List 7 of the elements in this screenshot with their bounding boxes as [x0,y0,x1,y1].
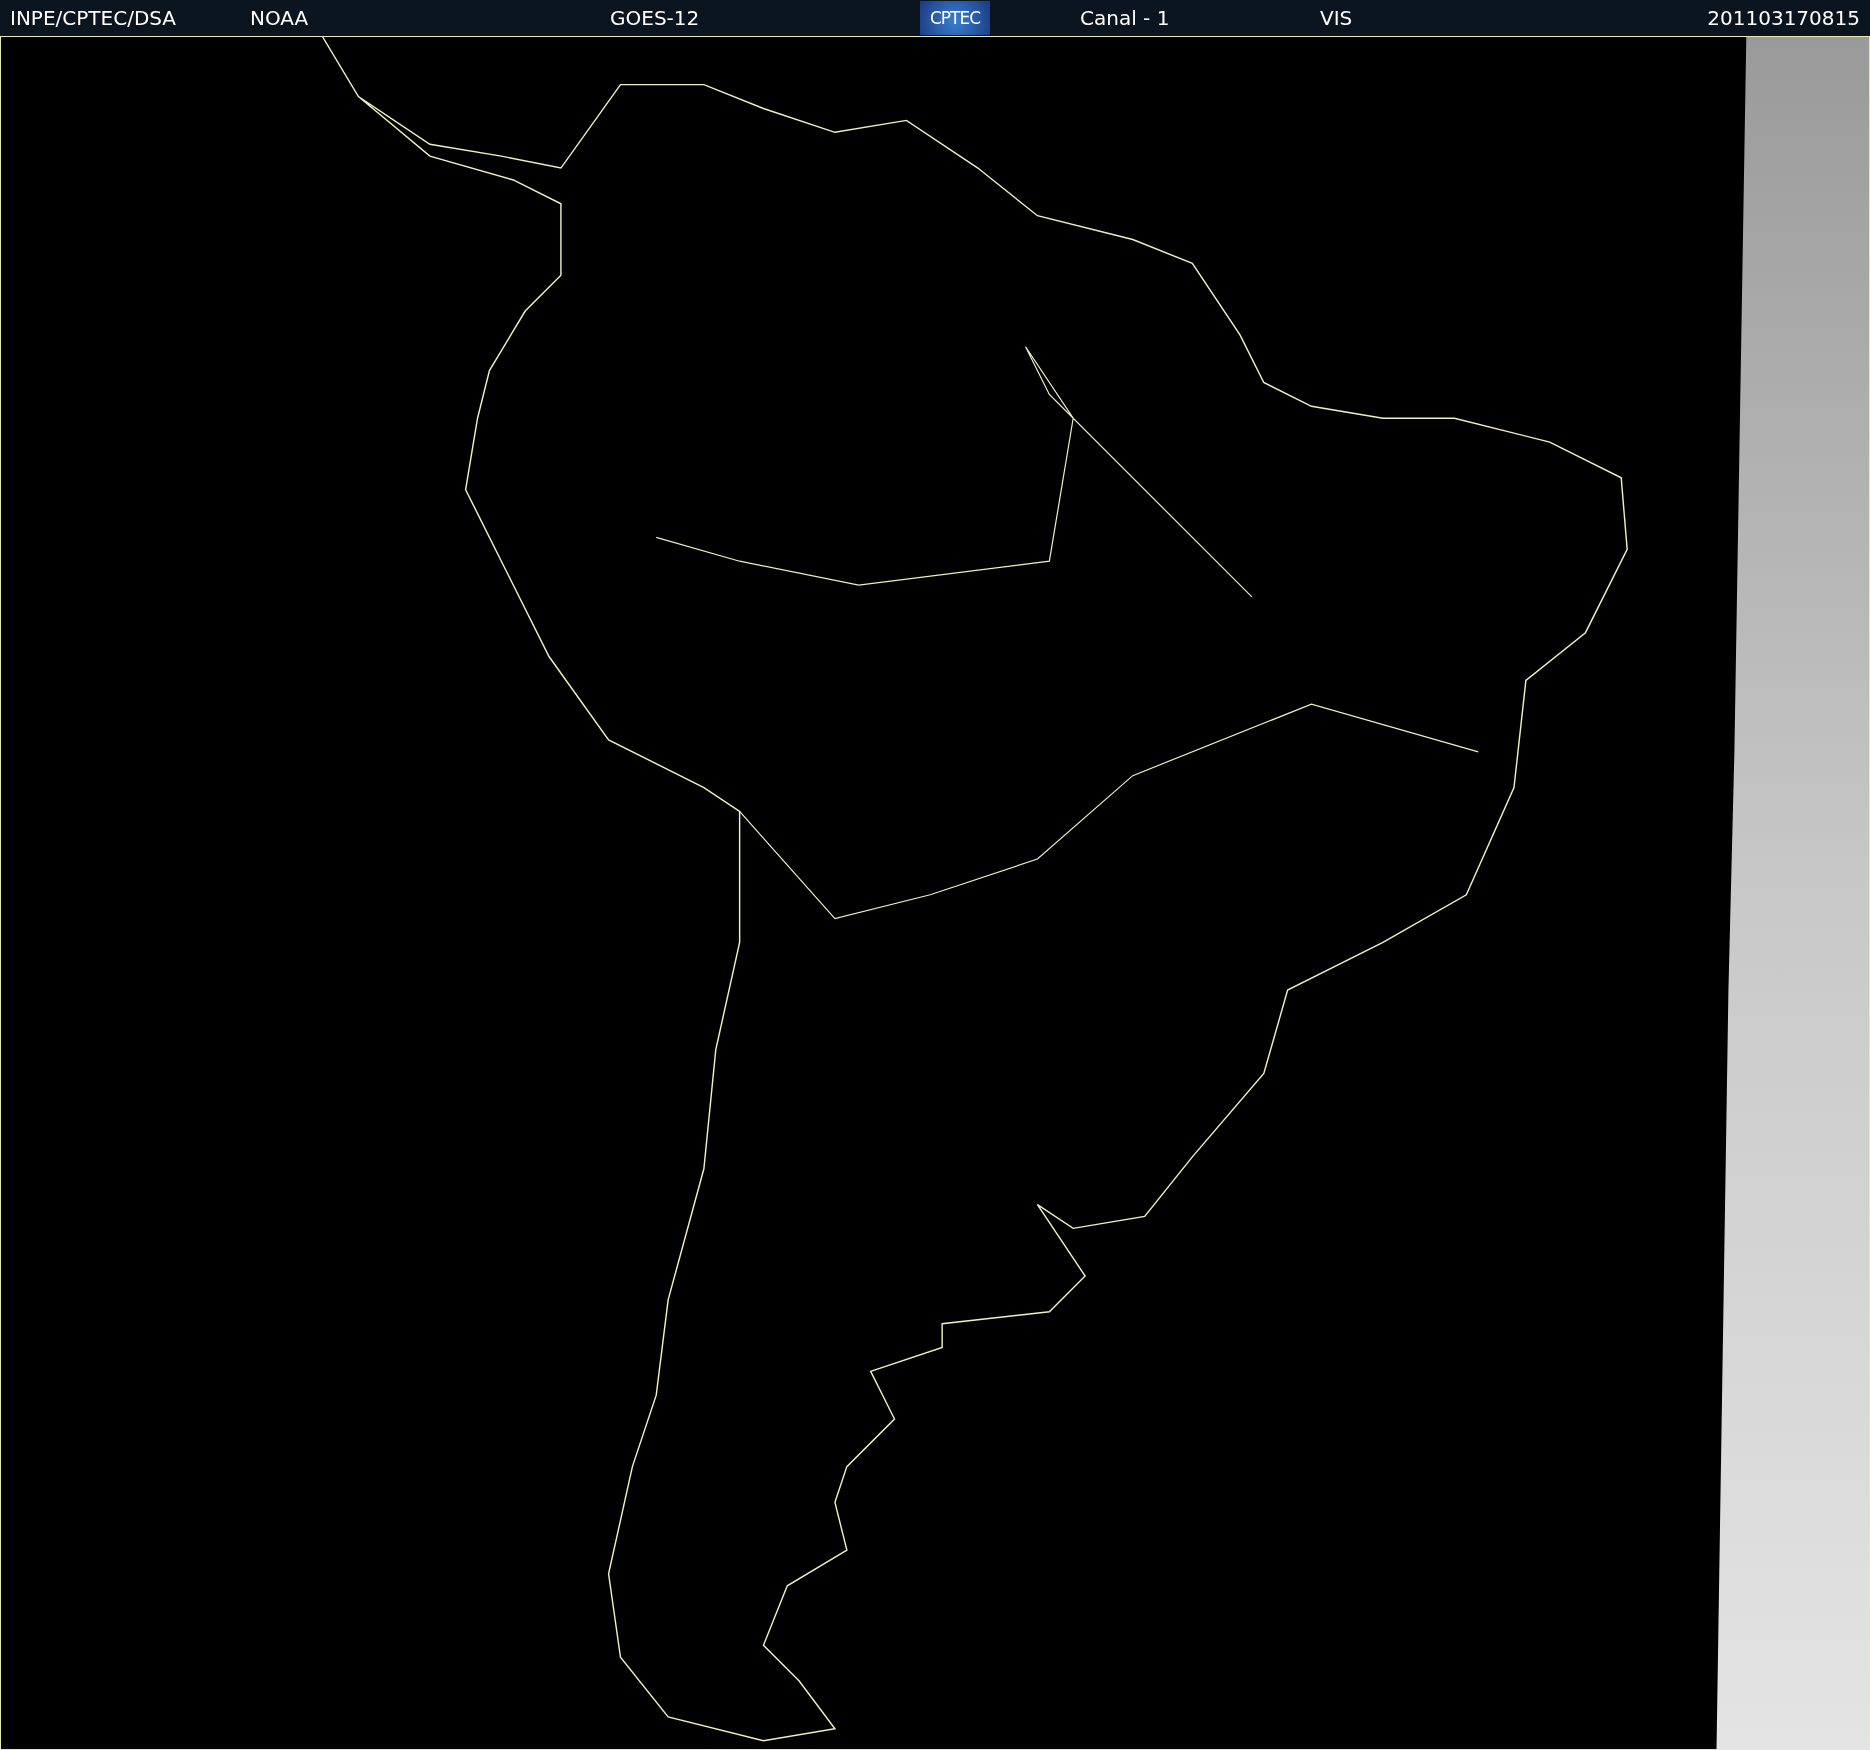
header-label: VIS [1320,6,1353,30]
header-label: INPE/CPTEC/DSA [10,6,177,30]
header-label: 201103170815 [1707,6,1860,30]
header-label: NOAA [250,6,309,30]
logo: CPTEC [920,1,990,35]
header-label: GOES-12 [610,6,700,30]
header-label: Canal - 1 [1080,6,1170,30]
